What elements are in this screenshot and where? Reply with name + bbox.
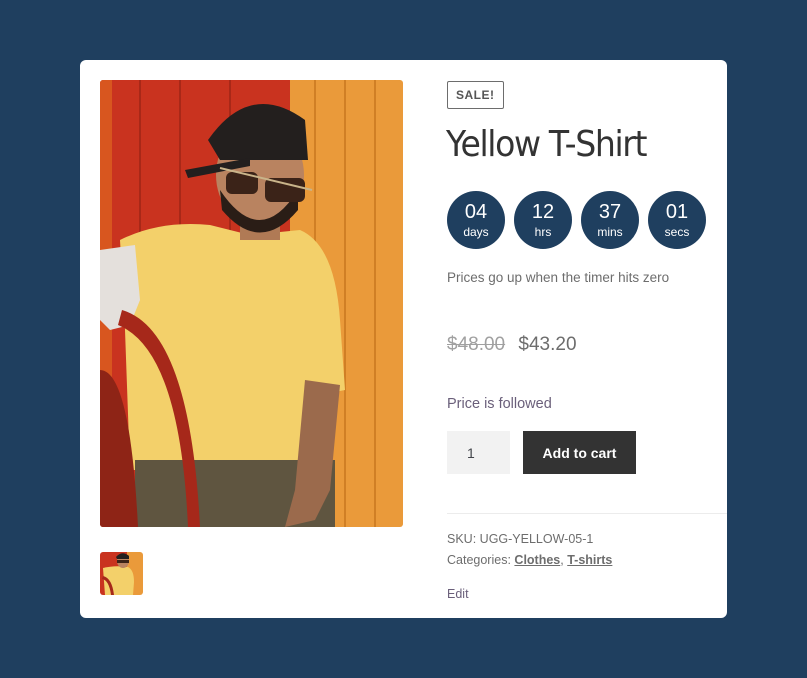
countdown-value: 37 [598,200,622,223]
product-thumbnail[interactable] [100,552,143,595]
category-link-clothes[interactable]: Clothes [514,553,560,567]
countdown-timer: 04 days 12 hrs 37 mins 01 secs [447,191,706,249]
product-main-image[interactable] [100,80,403,527]
price-block: $48.00 $43.20 [447,334,577,356]
countdown-value: 04 [464,200,488,223]
countdown-label: secs [664,224,690,239]
sku-value: UGG-YELLOW-05-1 [479,532,594,546]
countdown-days: 04 days [447,191,505,249]
category-link-tshirts[interactable]: T-shirts [567,553,612,567]
categories-label: Categories: [447,553,511,567]
category-separator: , [560,553,564,567]
countdown-value: 12 [531,200,555,223]
countdown-label: mins [597,224,623,239]
countdown-minutes: 37 mins [581,191,639,249]
countdown-label: hrs [534,224,552,239]
countdown-value: 01 [665,200,689,223]
timer-note: Prices go up when the timer hits zero [447,270,670,285]
quantity-input[interactable] [447,431,510,474]
thumbnail-photo [100,552,143,595]
sku-row: SKU: UGG-YELLOW-05-1 [447,532,593,546]
countdown-label: days [463,224,489,239]
product-photo [100,80,403,527]
sale-price: $43.20 [518,334,577,355]
sku-label: SKU: [447,532,477,546]
divider [447,513,727,514]
regular-price: $48.00 [447,334,506,355]
categories-row: Categories: Clothes, T-shirts [447,553,612,567]
countdown-hours: 12 hrs [514,191,572,249]
product-title: Yellow T-Shirt [446,124,648,165]
price-follow-note: Price is followed [447,396,552,412]
add-to-cart-button[interactable]: Add to cart [523,431,636,474]
edit-link[interactable]: Edit [447,587,469,601]
sale-badge: SALE! [447,81,504,109]
countdown-seconds: 01 secs [648,191,706,249]
product-card: SALE! Yellow T-Shirt 04 days 12 hrs 37 m… [80,60,727,618]
